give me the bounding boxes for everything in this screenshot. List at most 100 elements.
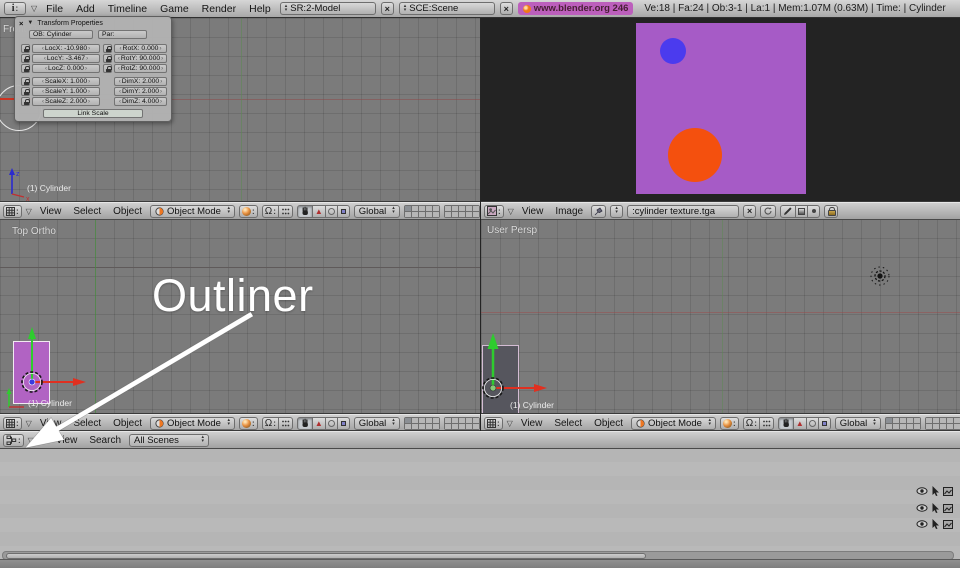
visibility-eye-icon[interactable] xyxy=(916,520,928,528)
layer-buttons-group1[interactable] xyxy=(404,417,440,430)
visibility-eye-icon[interactable] xyxy=(916,504,928,512)
menu-select[interactable]: Select xyxy=(69,206,105,217)
scene-delete-button[interactable]: × xyxy=(500,2,513,15)
manipulator-scale-button[interactable] xyxy=(818,417,831,430)
editor-type-button[interactable]: : xyxy=(484,417,503,430)
realtime-update-button[interactable] xyxy=(760,205,776,218)
manipulator-widget[interactable] xyxy=(481,329,571,399)
collapse-menus-icon[interactable]: ▽ xyxy=(26,419,32,428)
menu-view[interactable]: View xyxy=(52,435,82,446)
menu-file[interactable]: File xyxy=(42,3,67,15)
editor-type-button[interactable]: : xyxy=(3,434,24,447)
menu-search[interactable]: Search xyxy=(85,435,125,446)
manipulator-scale-button[interactable] xyxy=(337,205,350,218)
manipulator-rotate-button[interactable] xyxy=(806,417,819,430)
dimy-field[interactable]: ‹DimY: 2.000› xyxy=(114,87,167,96)
close-icon[interactable]: × xyxy=(19,19,23,28)
lock-scalez-button[interactable] xyxy=(21,97,30,106)
dot-button[interactable] xyxy=(807,205,820,218)
snap-button[interactable] xyxy=(278,417,293,430)
menu-game[interactable]: Game xyxy=(156,3,193,15)
selectable-cursor-icon[interactable] xyxy=(931,503,940,513)
mode-dropdown[interactable]: Object Mode▴▾ xyxy=(150,205,235,218)
link-scale-button[interactable]: Link Scale xyxy=(43,109,143,118)
draw-type-button[interactable]: : xyxy=(239,417,258,430)
outliner-panel[interactable] xyxy=(0,448,960,568)
menu-add[interactable]: Add xyxy=(72,3,99,15)
menu-object[interactable]: Object xyxy=(109,418,146,429)
screen-selector[interactable]: ▴▾SR:2-Model xyxy=(280,2,376,15)
lock-locy-button[interactable] xyxy=(21,54,30,63)
manipulator-hand-button[interactable] xyxy=(297,417,313,430)
viewport-divider[interactable] xyxy=(480,18,481,431)
collapse-menus-icon[interactable]: ▽ xyxy=(28,436,34,445)
menu-view[interactable]: View xyxy=(518,206,548,217)
mode-dropdown[interactable]: Object Mode▴▾ xyxy=(150,417,235,430)
screen-delete-button[interactable]: × xyxy=(381,2,394,15)
lock-rotx-button[interactable] xyxy=(103,44,112,53)
texture-image[interactable] xyxy=(636,23,806,194)
scalex-field[interactable]: ‹ScaleX: 1.000› xyxy=(32,77,100,86)
locz-field[interactable]: ‹LocZ: 0.000› xyxy=(32,64,100,73)
selectable-cursor-icon[interactable] xyxy=(931,486,940,496)
renderable-icon[interactable] xyxy=(943,520,953,529)
menu-image[interactable]: Image xyxy=(551,206,587,217)
menu-object[interactable]: Object xyxy=(109,206,146,217)
menu-view[interactable]: View xyxy=(36,418,66,429)
collapse-menus-icon[interactable]: ▽ xyxy=(31,4,37,13)
layer-buttons-group2[interactable] xyxy=(925,417,960,430)
menu-timeline[interactable]: Timeline xyxy=(104,3,151,15)
dimx-field[interactable]: ‹DimX: 2.000› xyxy=(114,77,167,86)
selectable-cursor-icon[interactable] xyxy=(931,519,940,529)
rotz-field[interactable]: ‹RotZ: 90.000› xyxy=(114,64,167,73)
collapse-menus-icon[interactable]: ▽ xyxy=(26,207,32,216)
orientation-dropdown[interactable]: Global▴▾ xyxy=(835,417,881,430)
lock-scalex-button[interactable] xyxy=(21,77,30,86)
manipulator-translate-button[interactable]: ▲ xyxy=(312,205,326,218)
scalez-field[interactable]: ‹ScaleZ: 2.000› xyxy=(32,97,100,106)
lock-locx-button[interactable] xyxy=(21,44,30,53)
manipulator-widget[interactable] xyxy=(2,324,92,394)
menu-select[interactable]: Select xyxy=(550,418,586,429)
draw-type-button[interactable]: : xyxy=(239,205,258,218)
manipulator-rotate-button[interactable] xyxy=(325,205,338,218)
rotx-field[interactable]: ‹RotX: 0.000› xyxy=(114,44,167,53)
manipulator-translate-button[interactable]: ▲ xyxy=(312,417,326,430)
scaley-field[interactable]: ‹ScaleY: 1.000› xyxy=(32,87,100,96)
locy-field[interactable]: ‹LocY: -3.467› xyxy=(32,54,100,63)
layer-buttons-group1[interactable] xyxy=(885,417,921,430)
pin-button[interactable] xyxy=(591,205,606,218)
lock-scaley-button[interactable] xyxy=(21,87,30,96)
snap-button[interactable] xyxy=(759,417,774,430)
draw-type-button[interactable]: : xyxy=(720,417,739,430)
pivot-button[interactable]: Ω: xyxy=(743,417,760,430)
locx-field[interactable]: ‹LocX: -10.980› xyxy=(32,44,100,53)
image-browse-button[interactable]: ▴▾ xyxy=(610,205,623,218)
scene-filter-dropdown[interactable]: All Scenes▴▾ xyxy=(129,434,209,447)
editor-type-button[interactable]: : xyxy=(484,205,504,218)
layer-buttons-group2[interactable] xyxy=(444,417,480,430)
visibility-eye-icon[interactable] xyxy=(916,487,928,495)
manipulator-rotate-button[interactable] xyxy=(325,417,338,430)
snap-button[interactable] xyxy=(278,205,293,218)
editor-type-button[interactable]: : xyxy=(3,417,22,430)
manipulator-translate-button[interactable]: ▲ xyxy=(793,417,807,430)
lock-rotz-button[interactable] xyxy=(103,64,112,73)
menu-view[interactable]: View xyxy=(517,418,547,429)
mode-dropdown[interactable]: Object Mode▴▾ xyxy=(631,417,716,430)
orientation-dropdown[interactable]: Global▴▾ xyxy=(354,417,400,430)
object-name-field[interactable]: OB: Cylinder xyxy=(29,30,93,39)
menu-select[interactable]: Select xyxy=(69,418,105,429)
collapse-menus-icon[interactable]: ▽ xyxy=(508,207,514,216)
layer-buttons-group2[interactable] xyxy=(444,205,480,218)
image-unlink-button[interactable]: × xyxy=(743,205,756,218)
menu-render[interactable]: Render xyxy=(198,3,240,15)
renderable-icon[interactable] xyxy=(943,504,953,513)
orientation-dropdown[interactable]: Global▴▾ xyxy=(354,205,400,218)
collapse-menus-icon[interactable]: ▽ xyxy=(507,419,513,428)
lamp-object[interactable] xyxy=(867,263,893,289)
viewport-user[interactable]: User Persp (1) Cylinder xyxy=(481,219,960,414)
image-name-field[interactable]: :cylinder texture.tga xyxy=(627,205,739,218)
app-icon-button[interactable]: i: xyxy=(4,2,26,15)
menu-help[interactable]: Help xyxy=(245,3,275,15)
